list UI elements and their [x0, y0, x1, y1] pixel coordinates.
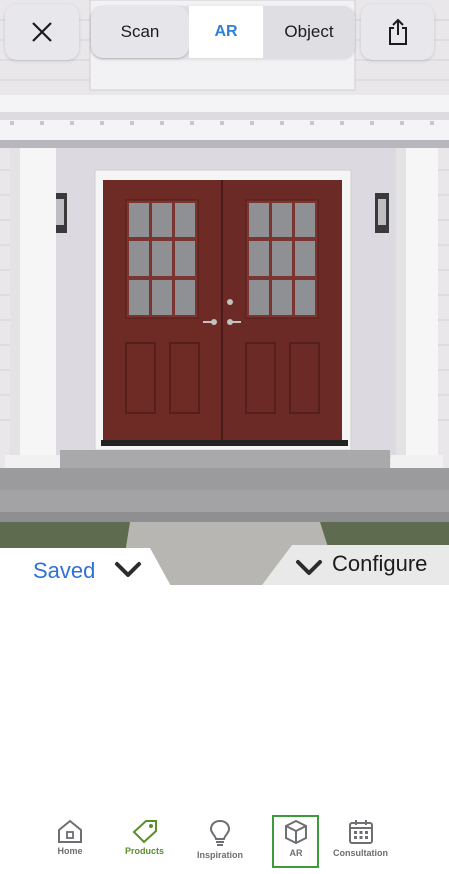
segment-object[interactable]: Object [263, 6, 355, 58]
configure-label[interactable]: Configure [332, 551, 427, 577]
close-button[interactable] [5, 4, 79, 60]
nav-label-ar: AR [289, 848, 303, 858]
share-button[interactable] [361, 4, 434, 60]
nav-item-consultation[interactable]: Consultation [333, 818, 388, 858]
ar-camera-view[interactable] [0, 0, 449, 585]
chevron-down-icon[interactable] [114, 561, 142, 579]
nav-item-inspiration[interactable]: Inspiration [197, 818, 243, 860]
calendar-icon [348, 820, 373, 844]
nav-label-home: Home [57, 846, 83, 856]
saved-label[interactable]: Saved [33, 558, 95, 584]
chevron-down-icon[interactable] [295, 559, 323, 577]
nav-label-inspiration: Inspiration [197, 850, 244, 860]
mode-segmented-control: Scan AR Object [91, 6, 355, 58]
nav-item-products[interactable]: Products [125, 818, 164, 856]
share-icon [388, 18, 407, 45]
tag-icon [132, 820, 157, 844]
nav-label-consultation: Consultation [333, 848, 388, 858]
nav-label-products: Products [125, 846, 165, 856]
segment-scan[interactable]: Scan [91, 6, 189, 58]
cube-icon [285, 819, 307, 845]
home-icon [58, 819, 82, 843]
close-icon [32, 22, 52, 42]
nav-item-ar[interactable]: AR [283, 818, 309, 858]
segment-ar[interactable]: AR [189, 6, 263, 58]
lightbulb-icon [209, 819, 231, 846]
bottom-nav: Home Products Inspiration AR Consultatio… [0, 800, 449, 874]
ar-scene-illustration [0, 0, 449, 585]
nav-item-home[interactable]: Home [56, 818, 84, 856]
